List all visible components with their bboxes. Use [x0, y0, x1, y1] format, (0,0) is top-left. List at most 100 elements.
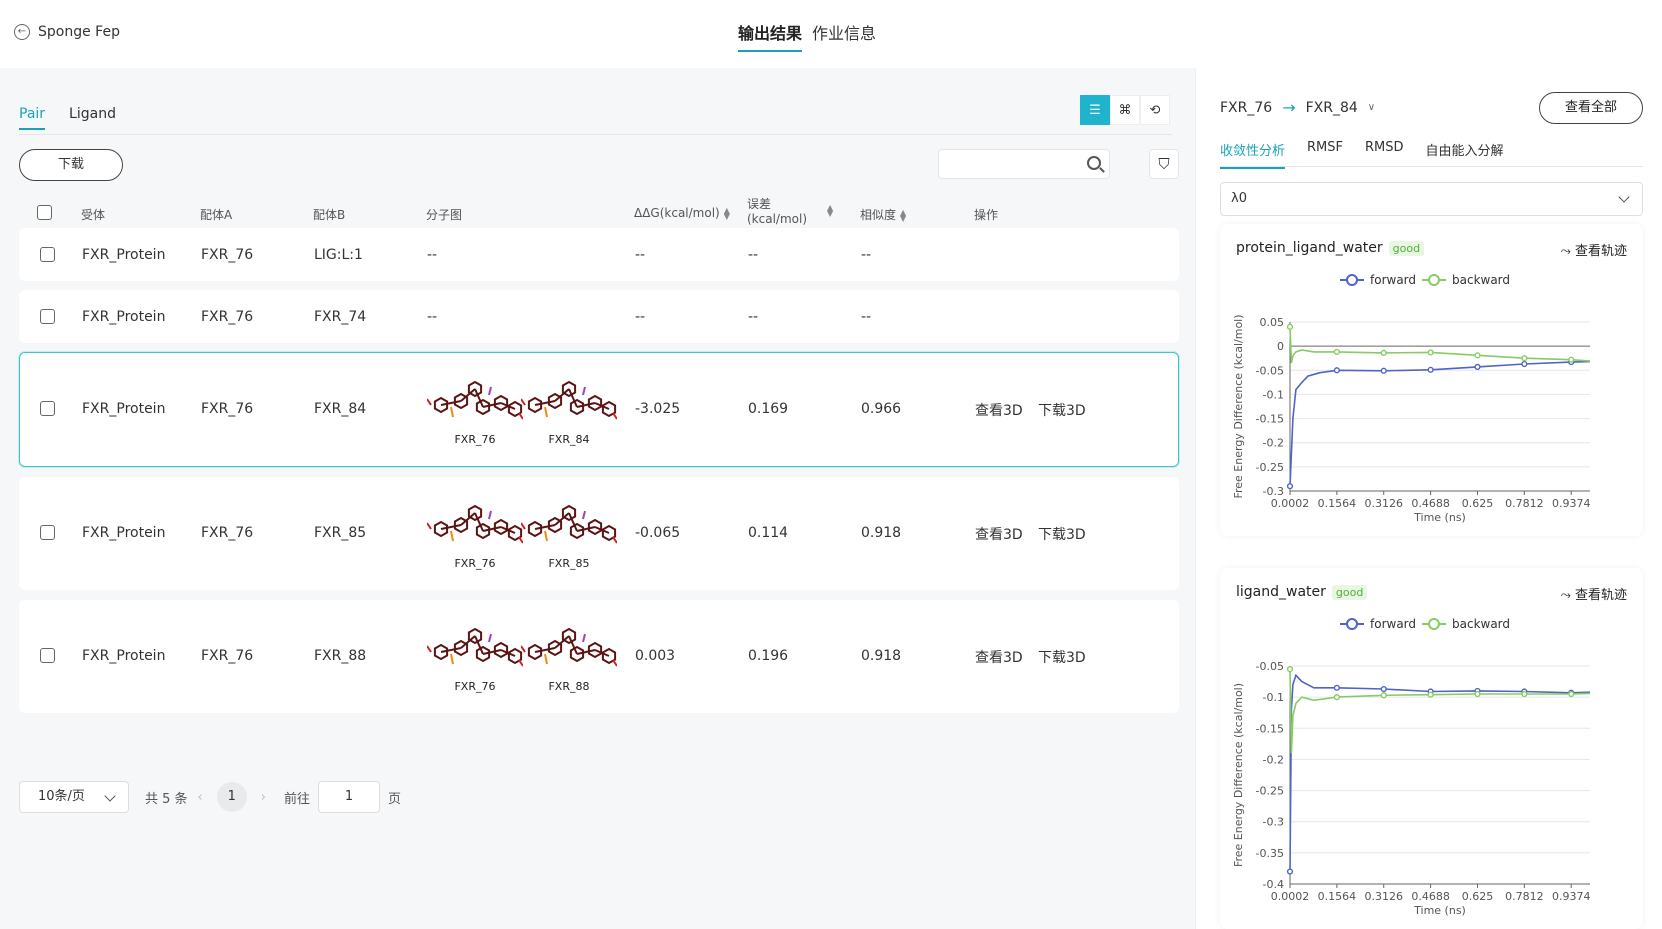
cell-receptor: FXR_Protein	[82, 401, 166, 417]
view-trajectory-button[interactable]: ⤳ 查看轨迹	[1560, 240, 1627, 259]
tab-rmsd[interactable]: RMSD	[1365, 140, 1404, 169]
series-line-backward	[1289, 326, 1591, 364]
network-view-icon[interactable]: ⌘	[1110, 95, 1140, 125]
x-axis-label: Time (ns)	[1413, 511, 1466, 524]
col-error[interactable]: 误差 (kcal/mol)	[747, 197, 807, 227]
select-all-checkbox[interactable]	[37, 205, 52, 220]
cell-molecule: --	[427, 247, 438, 263]
total-count: 共 5 条	[145, 791, 188, 807]
x-tick-label: 0.3126	[1364, 890, 1403, 903]
molecule-bond	[582, 633, 586, 643]
page-number-current[interactable]: 1	[216, 782, 247, 812]
data-point	[1521, 690, 1528, 698]
chevron-down-icon[interactable]: ∨	[1368, 102, 1375, 113]
data-point	[1474, 352, 1481, 359]
table-row-selected[interactable]: FXR_Protein FXR_76 FXR_84 FXR_76 FXR_84 …	[19, 352, 1179, 467]
molecule-label: FXR_85	[548, 557, 590, 570]
lambda-select[interactable]: λ0	[1220, 182, 1643, 216]
tab-divider	[1220, 166, 1643, 167]
view-3d-link[interactable]: 查看3D	[975, 647, 1023, 667]
view-all-button[interactable]: 查看全部	[1539, 92, 1643, 124]
graph-view-icon[interactable]: ⟲	[1140, 95, 1170, 125]
tab-output-results[interactable]: 输出结果	[738, 20, 803, 52]
cell-similarity: 0.918	[861, 648, 902, 664]
sort-icon[interactable]: ▲ ▼	[827, 204, 833, 218]
sort-icon[interactable]: ▲ ▼	[724, 206, 730, 220]
x-tick-label: 0.9374	[1552, 890, 1591, 903]
status-badge: good	[1388, 241, 1425, 256]
data-point	[1286, 483, 1294, 490]
y-axis-label: Free Energy Difference (kcal/mol)	[1232, 314, 1245, 498]
table-row[interactable]: FXR_Protein FXR_76 FXR_74 -- -- -- --	[19, 290, 1179, 343]
cell-similarity: --	[861, 309, 872, 325]
molecule-bond	[612, 536, 618, 544]
download-3d-link[interactable]: 下载3D	[1038, 524, 1086, 544]
molecule-bond	[450, 530, 454, 542]
y-tick-label: -0.15	[1256, 413, 1284, 426]
table-row[interactable]: FXR_Protein FXR_76 FXR_88 FXR_76 FXR_88 …	[19, 600, 1179, 713]
goto-page-input[interactable]: 1	[317, 781, 380, 813]
cell-ddg: --	[635, 247, 646, 263]
prev-page-icon[interactable]: ‹	[198, 790, 203, 805]
data-point	[1427, 366, 1434, 373]
x-tick-label: 0.4688	[1411, 890, 1450, 903]
view-3d-link[interactable]: 查看3D	[975, 400, 1023, 420]
filter-icon[interactable]: ⛉	[1149, 149, 1179, 179]
col-receptor: 受体	[81, 208, 106, 222]
tab-convergence[interactable]: 收敛性分析	[1220, 140, 1286, 169]
y-tick-label: -0.3	[1263, 816, 1284, 829]
x-tick-label: 0.7812	[1505, 890, 1544, 903]
view-3d-link[interactable]: 查看3D	[975, 524, 1023, 544]
pagination: 10条/页 共 5 条 ‹ 1 › 前往 1 页	[19, 781, 401, 813]
molecule-bond	[534, 400, 556, 406]
tab-ligand[interactable]: Ligand	[69, 106, 116, 130]
search-input[interactable]	[938, 149, 1110, 179]
sort-icon[interactable]: ▲ ▼	[900, 208, 906, 222]
view-trajectory-button[interactable]: ⤳ 查看轨迹	[1560, 584, 1627, 603]
download-3d-link[interactable]: 下载3D	[1038, 647, 1086, 667]
molecule-bond	[582, 386, 586, 396]
molecule-bond	[520, 398, 526, 406]
convergence-chart: forward backward 0.05 0 -0.05 -0.1 -0.15 -0.2 -0…	[1232, 273, 1591, 524]
list-view-icon[interactable]: ☰	[1080, 95, 1110, 125]
col-similarity[interactable]: 相似度 ▲ ▼	[860, 206, 906, 223]
col-ddg[interactable]: ΔΔG(kcal/mol) ▲ ▼	[634, 206, 730, 220]
row-checkbox[interactable]	[40, 309, 55, 324]
y-tick-label: -0.35	[1256, 847, 1284, 860]
download-3d-link[interactable]: 下载3D	[1038, 400, 1086, 420]
molecule-bond	[576, 526, 596, 532]
tab-rmsf[interactable]: RMSF	[1307, 140, 1343, 169]
top-bar: ← Sponge Fep 输出结果 作业信息	[0, 0, 1662, 68]
status-badge: good	[1331, 585, 1368, 600]
next-page-icon[interactable]: ›	[261, 790, 266, 805]
x-tick-label: 0.9374	[1552, 497, 1591, 510]
search-icon[interactable]	[1087, 156, 1101, 170]
page-size-select[interactable]: 10条/页	[19, 781, 129, 813]
back-arrow-icon: ←	[14, 24, 30, 40]
row-checkbox[interactable]	[40, 648, 55, 663]
chart-legend: forward backward	[1340, 617, 1510, 631]
data-point	[1286, 868, 1294, 875]
cell-error: --	[748, 247, 759, 263]
molecule-image-a: FXR_76	[426, 377, 524, 449]
table-row[interactable]: FXR_Protein FXR_76 LIG:L:1 -- -- -- --	[19, 228, 1179, 281]
tab-pair[interactable]: Pair	[19, 106, 46, 130]
row-checkbox[interactable]	[40, 247, 55, 262]
row-checkbox[interactable]	[40, 401, 55, 416]
data-point	[1333, 684, 1340, 691]
cell-ddg: -3.025	[635, 401, 681, 417]
download-button[interactable]: 下载	[19, 149, 123, 181]
tab-job-info[interactable]: 作业信息	[812, 20, 876, 52]
trajectory-label: 查看轨迹	[1574, 588, 1627, 603]
pair-selector[interactable]: FXR_76 → FXR_84 ∨	[1220, 98, 1375, 117]
row-checkbox[interactable]	[40, 525, 55, 540]
table-row[interactable]: FXR_Protein FXR_76 FXR_85 FXR_76 FXR_85 …	[19, 477, 1179, 590]
y-tick-label: -0.15	[1256, 722, 1284, 735]
cell-receptor: FXR_Protein	[82, 648, 166, 664]
molecule-bond	[482, 649, 502, 655]
tab-energy-decomposition[interactable]: 自由能入分解	[1426, 140, 1504, 169]
cell-receptor: FXR_Protein	[82, 525, 166, 541]
molecule-bond	[576, 649, 596, 655]
data-point	[1521, 355, 1528, 362]
back-button[interactable]: ← Sponge Fep	[14, 24, 120, 40]
